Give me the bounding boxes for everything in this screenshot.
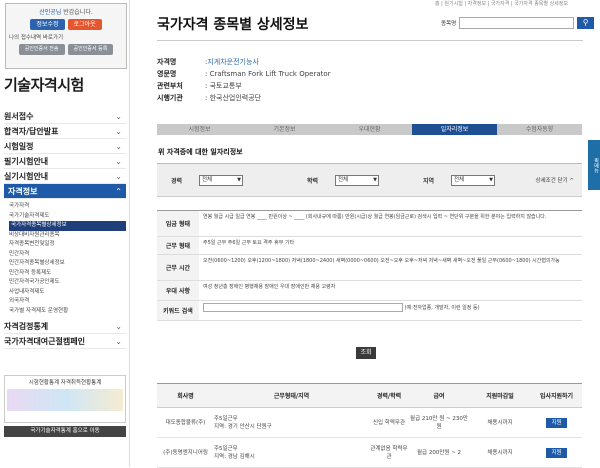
chevron-down-icon: ⌄: [115, 112, 122, 121]
region-select[interactable]: 전체: [451, 174, 495, 186]
table-row: (주)동명엔지니어링 주5일근무 지역: 경남 김해시 관계없음 학력무관 월급 …: [157, 438, 582, 468]
submenu-item[interactable]: 외국자격: [9, 297, 126, 307]
chevron-down-icon: ⌄: [115, 337, 122, 346]
detail-toggle[interactable]: 상세조건 닫기 ^: [536, 176, 574, 184]
education-select[interactable]: 전체: [335, 174, 379, 186]
section-heading: 위 자격증에 대한 일자리정보: [158, 148, 243, 156]
menu-campaign[interactable]: 국가자격대여근절캠페인 ⌄: [4, 334, 126, 349]
filter-career: 경력 전체: [171, 174, 243, 186]
tab-basic-info[interactable]: 기본정보: [242, 124, 327, 135]
table-header: 회사명 근무형태/지역 경력/학력 급여 지원마감일 입사지원하기: [157, 384, 582, 408]
menu-practical[interactable]: 실기시험안내 ⌄: [4, 169, 126, 184]
search-input[interactable]: [459, 17, 575, 29]
logout-button[interactable]: 로그아웃: [67, 19, 102, 30]
keyword-input[interactable]: [203, 303, 403, 312]
tab-jobs[interactable]: 일자리정보: [412, 124, 497, 135]
submenu-item[interactable]: 자격종목변천및일정: [9, 240, 126, 250]
menu-schedule[interactable]: 시험일정 ⌄: [4, 139, 126, 154]
results-table: 회사명 근무형태/지역 경력/학력 급여 지원마감일 입사지원하기 대도종합물류…: [157, 383, 582, 468]
submenu-item[interactable]: 민간자격국가공인제도: [9, 278, 126, 288]
cond-row-hours: 근무 시간 오전(0600~1200) 오후(1200~1800) 저녁(180…: [157, 255, 582, 281]
tab-exam-info[interactable]: 시험정보: [157, 124, 242, 135]
search-label: 종목명: [441, 21, 457, 27]
stats-home-button[interactable]: 국가기술자격통계 홈으로 이동: [4, 426, 126, 437]
apply-button[interactable]: 지원: [546, 447, 567, 458]
table-row: 대도종합물류(주) 주5일근무 지역: 경기 안산시 단원구 신입 학력무관 월급…: [157, 408, 582, 438]
recent-link[interactable]: 나의 접수내역 바로가기: [9, 33, 123, 41]
qualification-info: 자격명:지게차운전기능사 영문명: Craftsman Fork Lift Tr…: [157, 56, 331, 104]
tabs: 시험정보 기본정보 우대현황 일자리정보 수험자동향: [157, 124, 582, 135]
filter-region: 지역 전체: [423, 174, 495, 186]
chevron-down-icon: ⌄: [115, 127, 122, 136]
sidebar-menu: 원서접수 ⌄ 합격자/답안발표 ⌄ 시험일정 ⌄ 필기시험안내 ⌄ 실기시험안내 ⌄ 자격…: [4, 109, 126, 349]
menu-results[interactable]: 합격자/답안발표 ⌄: [4, 124, 126, 139]
submenu-item[interactable]: 국가별 자격제도 운영현황: [9, 307, 126, 317]
chevron-down-icon: ⌄: [115, 157, 122, 166]
submenu-item[interactable]: 민간자격종목별상세정보: [9, 259, 126, 269]
info-row: 시행기관: 한국산업인력공단: [157, 94, 262, 102]
submenu-item[interactable]: 비상대비자원관리종목: [9, 231, 126, 241]
cond-row-preference: 우대 사항 여성 청년층 장애인 병행채용 장애인 우대 장애인만 채용 고령자: [157, 281, 582, 301]
apply-button[interactable]: 지원: [546, 417, 567, 428]
company-link[interactable]: 대도종합물류(주): [157, 419, 214, 427]
quick-menu[interactable]: 퀵메뉴: [588, 140, 600, 190]
search-bar: 종목명 ⚲: [441, 17, 595, 29]
cond-row-keyword: 키워드 검색 (예:전자업종, 개발자, 이런 일정 등): [157, 301, 582, 321]
menu-stats[interactable]: 자격검정통계 ⌄: [4, 319, 126, 334]
submenu-item[interactable]: 사업내자격제도: [9, 288, 126, 298]
filter-bar: 경력전체 학력전체 지역전체 상세조건 닫기 ^: [157, 163, 582, 197]
search-icon[interactable]: ⚲: [577, 17, 595, 29]
detail-conditions: 임금 형태 연봉 월급 시급 일급 연봉 ____ 만원이상 ~ ____ (회…: [157, 210, 582, 321]
page-title: 국가자격 종목별 상세정보: [157, 17, 309, 33]
sidebar: 산인공님 반갑습니다. 정보수정 로그아웃 나의 접수내역 바로가기 공인인증서…: [0, 0, 130, 467]
stats-illustration: [7, 389, 123, 411]
submenu-item-active[interactable]: 국가자격종목별상세정보: [9, 221, 126, 231]
stats-title: 시험현황통계 자격취득현황통계: [28, 380, 102, 386]
cert-send-button[interactable]: 공인인증서 전송: [18, 44, 65, 55]
menu-apply[interactable]: 원서접수 ⌄: [4, 109, 126, 124]
submenu: 국가자격 국가기술자격제도 국가자격종목별상세정보 비상대비자원관리종목 자격종…: [4, 199, 126, 319]
stats-banner[interactable]: 시험현황통계 자격취득현황통계: [4, 375, 126, 423]
menu-qualification-info[interactable]: 자격정보 ⌃: [4, 184, 126, 199]
info-row: 관련부처: 국토교통부: [157, 82, 242, 90]
chevron-down-icon: ⌄: [115, 322, 122, 331]
cond-row-worktype: 근무 형태 주5일 근무 주6일 근무 토요 격주 휴무 기타: [157, 237, 582, 255]
sidebar-title: 기술자격시험: [4, 76, 84, 94]
menu-written[interactable]: 필기시험안내 ⌄: [4, 154, 126, 169]
cond-row-pay: 임금 형태 연봉 월급 시급 일급 연봉 ____ 만원이상 ~ ____ (회…: [157, 211, 582, 237]
submenu-item[interactable]: 민간자격 등록제도: [9, 269, 126, 279]
career-select[interactable]: 전체: [199, 174, 243, 186]
tab-trends[interactable]: 수험자동향: [497, 124, 582, 135]
chevron-down-icon: ⌄: [115, 172, 122, 181]
tab-preference[interactable]: 우대현황: [327, 124, 412, 135]
submenu-item[interactable]: 민간자격: [9, 250, 126, 260]
filter-education: 학력 전체: [307, 174, 379, 186]
edit-info-button[interactable]: 정보수정: [30, 19, 65, 30]
submenu-item[interactable]: 국가자격: [9, 202, 126, 212]
info-row: 영문명: Craftsman Fork Lift Truck Operator: [157, 70, 331, 78]
query-button[interactable]: 조회: [356, 347, 376, 359]
divider: [157, 40, 583, 41]
chevron-up-icon: ⌃: [115, 187, 122, 196]
chevron-down-icon: ⌄: [115, 142, 122, 151]
info-row: 자격명:지게차운전기능사: [157, 58, 259, 66]
cert-register-button[interactable]: 공인인증서 등록: [67, 44, 114, 55]
breadcrumb: 홈 | 원기시험 | 자격정보 | 국가자격 | 국가자격 종목별 상세정보: [434, 1, 568, 7]
greeting: 산인공님 반갑습니다.: [39, 9, 93, 16]
login-box: 산인공님 반갑습니다. 정보수정 로그아웃 나의 접수내역 바로가기 공인인증서…: [5, 3, 127, 69]
company-link[interactable]: (주)동명엔지니어링: [157, 449, 214, 457]
submenu-item[interactable]: 국가기술자격제도: [9, 212, 126, 222]
